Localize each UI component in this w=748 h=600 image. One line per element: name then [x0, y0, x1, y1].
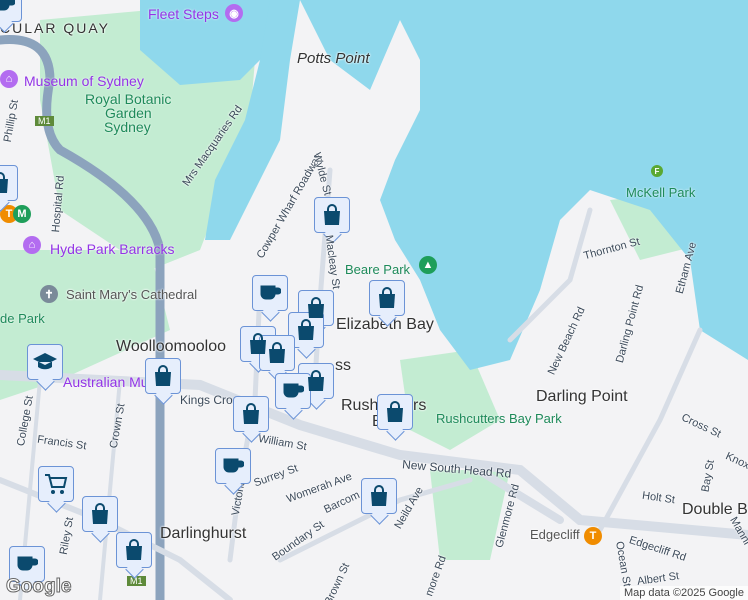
label-saint-marys-cathedral[interactable]: Saint Mary's Cathedral [66, 287, 197, 302]
label-woolloomooloo: Woolloomooloo [116, 338, 226, 355]
shop-marker[interactable] [377, 394, 413, 430]
shopping-bag-icon [379, 287, 395, 308]
shop-marker[interactable] [233, 396, 269, 432]
google-logo[interactable]: Google [5, 576, 71, 598]
shopping-bag-icon [269, 342, 285, 363]
label-hyde-park: de Park [0, 311, 45, 326]
shop-marker[interactable] [145, 358, 181, 394]
label-potts-point: Potts Point [297, 50, 370, 67]
museum-icon[interactable]: ⌂ [0, 70, 18, 88]
coffee-cup-icon [223, 458, 244, 473]
label-museum-of-sydney[interactable]: Museum of Sydney [24, 73, 144, 89]
shopping-bag-icon [308, 370, 324, 391]
metro-icon[interactable]: M [13, 205, 31, 223]
m1-shield: M1 [35, 116, 54, 126]
coffee-cup-icon [17, 556, 38, 571]
grocery-marker[interactable] [38, 466, 74, 502]
tree-icon[interactable]: ▲ [419, 256, 437, 274]
label-hyde-park-barracks[interactable]: Hyde Park Barracks [50, 241, 174, 257]
label-beare-park: Beare Park [345, 262, 411, 277]
shopping-bag-icon [0, 172, 8, 193]
shop-marker[interactable] [314, 197, 350, 233]
shopping-bag-icon [308, 297, 324, 318]
label-potts-ss: ss [335, 357, 351, 374]
cafe-marker[interactable] [252, 275, 288, 311]
cafe-marker[interactable] [215, 448, 251, 484]
coffee-cup-icon [260, 285, 281, 300]
label-darlinghurst: Darlinghurst [160, 525, 247, 542]
shop-marker[interactable] [82, 496, 118, 532]
cafe-marker[interactable] [0, 0, 22, 22]
ferry-icon[interactable]: F [651, 165, 663, 177]
shop-marker[interactable] [369, 280, 405, 316]
label-edgecliff: Edgecliff [530, 527, 580, 542]
label-rushcutters-bay-park: Rushcutters Bay Park [436, 411, 562, 426]
shopping-bag-icon [92, 503, 108, 524]
shopping-bag-icon [250, 333, 266, 354]
camera-icon[interactable]: ◉ [225, 4, 243, 22]
label-fleet-steps[interactable]: Fleet Steps [148, 6, 219, 22]
shopping-bag-icon [298, 319, 314, 340]
shop-marker[interactable] [361, 478, 397, 514]
label-circular-quay: CULAR QUAY [0, 20, 110, 36]
coffee-cup-icon [0, 0, 15, 11]
label-mckell-park: McKell Park [626, 185, 696, 200]
graduation-cap-icon [33, 353, 57, 370]
shopping-bag-icon [243, 403, 259, 424]
shopping-bag-icon [126, 539, 142, 560]
education-marker[interactable] [27, 344, 63, 380]
church-icon[interactable]: ✝ [40, 285, 58, 303]
map-attribution[interactable]: Map data ©2025 Google [619, 586, 748, 600]
shop-marker[interactable] [0, 165, 18, 201]
shopping-bag-icon [155, 365, 171, 386]
label-kings-cross: Kings Cro [180, 393, 233, 407]
train-icon[interactable]: T [584, 527, 602, 545]
coffee-cup-icon [283, 383, 304, 398]
label-australian-museum[interactable]: Australian Mu [63, 374, 149, 390]
map-canvas[interactable]: CULAR QUAY Fleet Steps ◉ Potts Point ⌂ M… [0, 0, 748, 600]
shopping-cart-icon [45, 474, 68, 494]
shop-marker[interactable] [116, 532, 152, 568]
label-sydney: Sydney [104, 119, 151, 135]
m1-shield: M1 [127, 576, 146, 586]
shopping-bag-icon [324, 204, 340, 225]
shopping-bag-icon [387, 401, 403, 422]
label-darling-point: Darling Point [536, 388, 628, 405]
shopping-bag-icon [371, 485, 387, 506]
museum-icon[interactable]: ⌂ [23, 236, 41, 254]
